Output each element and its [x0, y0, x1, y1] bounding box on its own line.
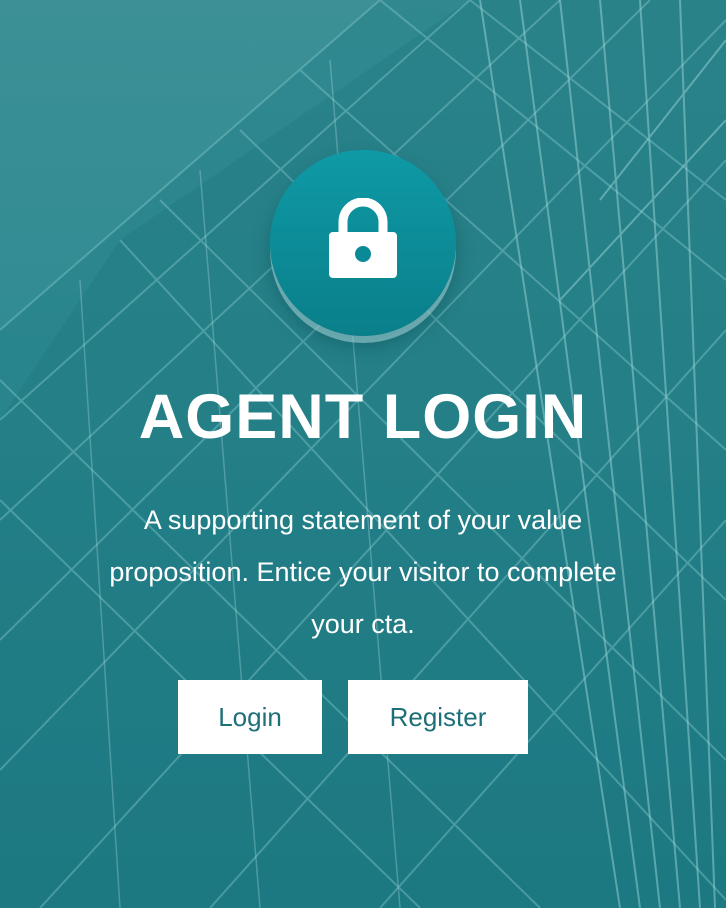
hero-content: AGENT LOGIN A supporting statement of yo…: [0, 0, 726, 908]
lock-icon: [329, 198, 397, 278]
register-button[interactable]: Register: [348, 680, 528, 754]
hero-section: AGENT LOGIN A supporting statement of yo…: [0, 0, 726, 908]
lock-badge: [270, 150, 456, 336]
value-proposition-text: A supporting statement of your value pro…: [109, 505, 617, 639]
login-button[interactable]: Login: [178, 680, 322, 754]
page-title: AGENT LOGIN: [138, 382, 588, 452]
